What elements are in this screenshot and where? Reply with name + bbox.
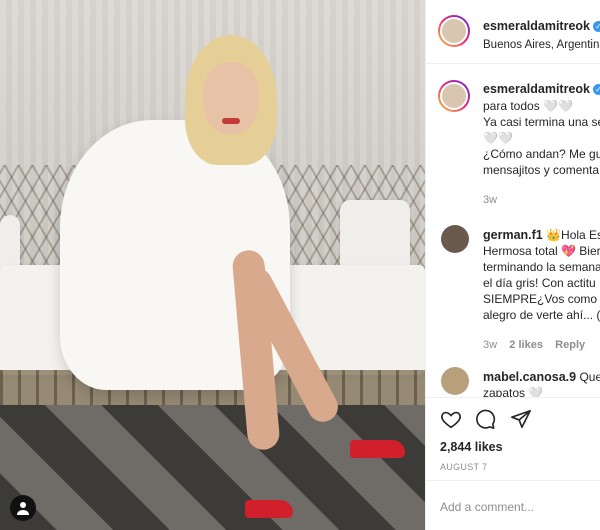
author-username[interactable]: esmeraldamitreok (483, 19, 590, 33)
comment-text: SIEMPRE¿Vos como a (483, 292, 600, 306)
post-header: esmeraldamitreok✓ Buenos Aires, Argentin… (426, 0, 600, 64)
send-icon[interactable] (510, 408, 532, 430)
post-side-panel: esmeraldamitreok✓ Buenos Aires, Argentin… (425, 0, 600, 530)
caption-line: ¿Cómo andan? Me gu (483, 147, 600, 161)
add-comment-field[interactable]: Add a comment... (426, 480, 600, 530)
comment-text: terminando la semana (483, 260, 600, 274)
post-date[interactable]: AUGUST 7 (440, 462, 487, 472)
photo-lips (222, 118, 240, 124)
caption-author-avatar[interactable] (438, 80, 470, 112)
comment-text: Que (579, 370, 600, 384)
commenter-avatar[interactable] (441, 225, 469, 253)
user-icon (17, 502, 29, 515)
add-comment-placeholder[interactable]: Add a comment... (440, 500, 534, 514)
comment-text: el día gris! Con actitu (483, 276, 596, 290)
caption-line: Ya casi termina una se (483, 115, 600, 129)
comment-text: alegro de verte ahí... ( (483, 308, 600, 322)
comment-text: Hermosa total 💖 Bier (483, 244, 600, 258)
comment-icon[interactable] (474, 408, 496, 430)
caption-age[interactable]: 3w (483, 194, 600, 206)
comment-text: 👑Hola Esm (546, 228, 600, 242)
post-location[interactable]: Buenos Aires, Argentina (483, 39, 600, 51)
photo-shoe (245, 500, 293, 518)
photo-floor (0, 405, 425, 530)
commenter-username[interactable]: mabel.canosa.9 (483, 370, 576, 384)
commenter-avatar[interactable] (441, 367, 469, 395)
heart-icon[interactable] (440, 408, 462, 430)
post-photo[interactable] (0, 0, 425, 530)
caption-author-username[interactable]: esmeraldamitreok (483, 82, 590, 96)
verified-badge-icon: ✓ (593, 84, 600, 95)
caption-line: para todos 🤍🤍 (483, 99, 573, 113)
author-avatar[interactable] (438, 15, 470, 47)
caption-line: 🤍🤍 (483, 131, 513, 145)
commenter-username[interactable]: german.f1 (483, 228, 543, 242)
caption-line: mensajitos y comenta (483, 163, 600, 177)
photo-shoe (350, 440, 405, 458)
reply-button[interactable]: Reply (555, 339, 585, 351)
likes-count[interactable]: 2,844 likes (440, 440, 503, 454)
verified-badge-icon: ✓ (593, 21, 600, 32)
comment-age[interactable]: 3w (483, 339, 497, 351)
comment-likes[interactable]: 2 likes (509, 339, 543, 351)
tagged-user-button[interactable] (10, 495, 36, 521)
